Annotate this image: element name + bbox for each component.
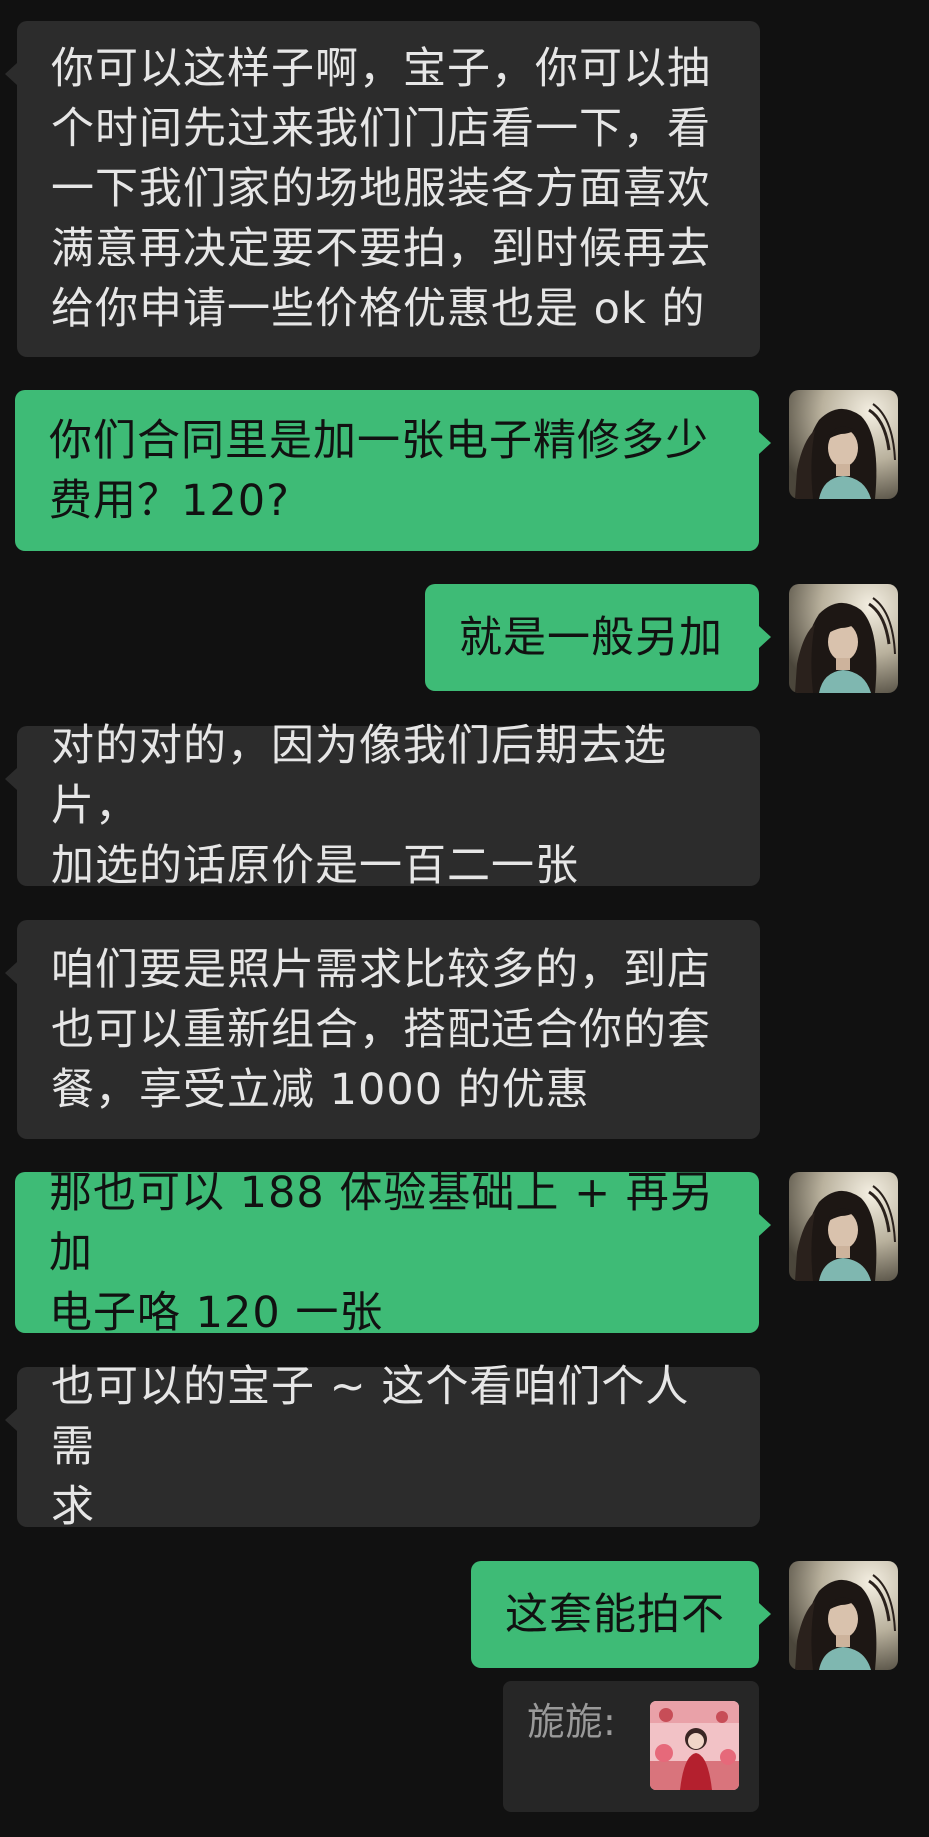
chat-window: 你可以这样子啊，宝子，你可以抽 个时间先过来我们门店看一下，看 一下我们家的场地… (0, 0, 929, 1837)
message-bubble-incoming[interactable]: 咱们要是照片需求比较多的，到店 也可以重新组合，搭配适合你的套 餐，享受立减 1… (5, 920, 760, 1139)
message-bubble-outgoing[interactable]: 你们合同里是加一张电子精修多少 费用？120? (15, 390, 771, 551)
quoted-sender-name: 旎旎: (527, 1700, 616, 1744)
photo-thumbnail-icon[interactable] (650, 1701, 739, 1790)
user-avatar[interactable] (789, 1172, 898, 1281)
message-text: 你可以这样子啊，宝子，你可以抽 个时间先过来我们门店看一下，看 一下我们家的场地… (51, 44, 711, 334)
user-avatar[interactable] (789, 1561, 898, 1670)
quoted-message[interactable]: 旎旎: (503, 1681, 759, 1812)
message-bubble-outgoing[interactable]: 这套能拍不 (471, 1561, 771, 1668)
message-text: 对的对的，因为像我们后期去选片， 加选的话原价是一百二一张 (51, 721, 667, 891)
message-text: 你们合同里是加一张电子精修多少 费用？120? (49, 415, 709, 526)
message-bubble-outgoing[interactable]: 就是一般另加 (425, 584, 771, 691)
message-text: 这套能拍不 (505, 1589, 725, 1640)
message-text: 咱们要是照片需求比较多的，到店 也可以重新组合，搭配适合你的套 餐，享受立减 1… (51, 944, 711, 1115)
message-bubble-outgoing[interactable]: 那也可以 188 体验基础上 + 再另加 电子咯 120 一张 (15, 1168, 771, 1338)
message-text: 就是一般另加 (459, 612, 723, 663)
user-avatar[interactable] (789, 390, 898, 499)
message-bubble-incoming[interactable]: 也可以的宝子 ~ 这个看咱们个人需 求 (5, 1362, 760, 1532)
message-text: 那也可以 188 体验基础上 + 再另加 电子咯 120 一张 (49, 1167, 714, 1338)
message-bubble-incoming[interactable]: 你可以这样子啊，宝子，你可以抽 个时间先过来我们门店看一下，看 一下我们家的场地… (5, 21, 760, 357)
message-text: 也可以的宝子 ~ 这个看咱们个人需 求 (51, 1362, 690, 1532)
user-avatar[interactable] (789, 584, 898, 693)
message-bubble-incoming[interactable]: 对的对的，因为像我们后期去选片， 加选的话原价是一百二一张 (5, 721, 760, 891)
